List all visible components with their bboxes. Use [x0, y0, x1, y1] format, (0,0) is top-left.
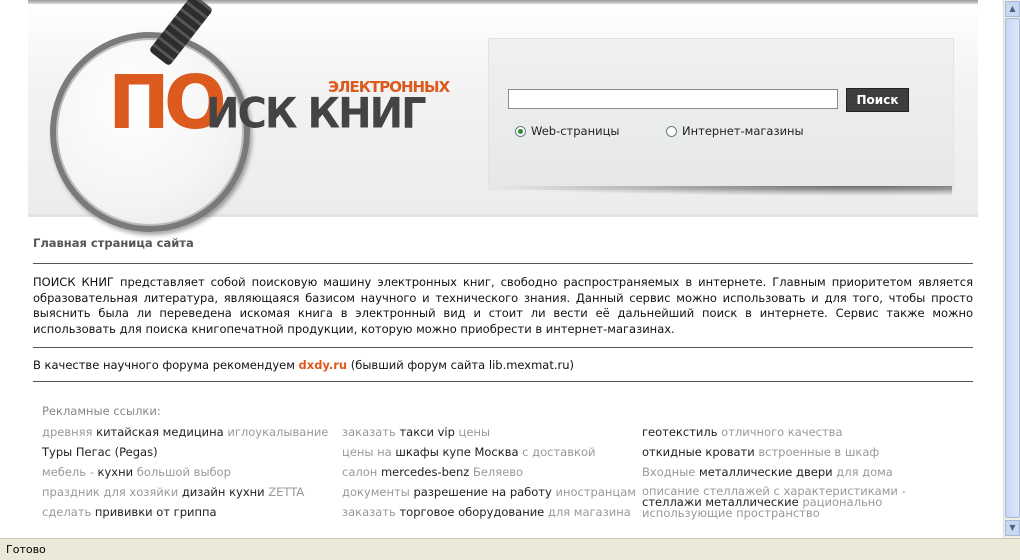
browser-viewport: ПО ИСК КНИГ ЭЛЕКТРОННЫХ Поиск Web-страни… — [0, 0, 1003, 538]
ads-title: Рекламные ссылки: — [42, 404, 161, 418]
ad-link[interactable]: Туры Пегас (Pegas) — [42, 442, 342, 462]
ads-column-3: геотекстиль отличного качества откидные … — [642, 422, 942, 522]
logo-big-letters: ПО — [108, 60, 227, 146]
logo-subtitle: ЭЛЕКТРОННЫХ — [328, 78, 450, 96]
divider — [33, 347, 973, 348]
ad-link[interactable]: салон mercedes-benz Беляево — [342, 462, 642, 482]
status-text: Готово — [6, 543, 46, 556]
search-panel-shadow — [488, 186, 952, 196]
search-button[interactable]: Поиск — [846, 88, 909, 112]
main-content: Главная страница сайта ПОИСК КНИГ предст… — [33, 236, 973, 382]
forum-link[interactable]: dxdy.ru — [299, 358, 348, 372]
search-input[interactable] — [508, 89, 838, 109]
ad-link[interactable]: откидные кровати встроенные в шкаф — [642, 442, 942, 462]
ad-link[interactable]: Входные металлические двери для дома — [642, 462, 942, 482]
vertical-scrollbar[interactable]: ▲ ▼ — [1003, 0, 1020, 538]
logo-word: ИСК КНИГ — [206, 89, 427, 139]
search-panel: Поиск Web-страницы Интернет-магазины — [488, 38, 954, 190]
ad-link[interactable]: древняя китайская медицина иглоукалывани… — [42, 422, 342, 442]
divider — [33, 263, 973, 264]
status-bar: Готово — [0, 538, 1020, 560]
radio-online-stores-circle[interactable] — [666, 125, 677, 137]
ad-link[interactable]: документы разрешение на работу иностранц… — [342, 482, 642, 502]
scroll-down-icon[interactable]: ▼ — [1005, 520, 1020, 536]
page-heading: Главная страница сайта — [33, 236, 194, 250]
ad-link[interactable]: описание стеллажей с характеристиками - … — [642, 482, 942, 519]
forum-suffix: (бывший форум сайта lib.mexmat.ru) — [347, 358, 575, 372]
forum-recommendation: В качестве научного форума рекомендуем d… — [33, 358, 973, 372]
ad-link[interactable]: геотекстиль отличного качества — [642, 422, 942, 442]
ad-link[interactable]: цены на шкафы купе Москва с доставкой — [342, 442, 642, 462]
scrollbar-thumb[interactable] — [1005, 18, 1020, 518]
scroll-up-icon[interactable]: ▲ — [1005, 1, 1020, 17]
forum-prefix: В качестве научного форума рекомендуем — [33, 358, 299, 372]
site-header: ПО ИСК КНИГ ЭЛЕКТРОННЫХ Поиск Web-страни… — [28, 0, 978, 232]
radio-web-pages-circle[interactable] — [515, 125, 526, 137]
intro-text: ПОИСК КНИГ представляет собой поисковую … — [33, 275, 973, 336]
radio-web-pages-label: Web-страницы — [531, 124, 620, 138]
ad-links: Рекламные ссылки: древняя китайская меди… — [42, 404, 942, 522]
radio-web-pages[interactable]: Web-страницы — [515, 124, 620, 138]
ad-link[interactable]: праздник для хозяйки дизайн кухни ZETTA — [42, 482, 342, 502]
radio-online-stores-label: Интернет-магазины — [682, 124, 804, 138]
divider — [33, 381, 973, 382]
ad-link[interactable]: заказать такси vip цены — [342, 422, 642, 442]
ads-column-1: древняя китайская медицина иглоукалывани… — [42, 422, 342, 522]
ad-link[interactable]: сделать прививки от гриппа — [42, 502, 342, 522]
header-top-line — [28, 0, 978, 4]
ad-link[interactable]: заказать торговое оборудование для магаз… — [342, 502, 642, 522]
ad-link[interactable]: мебель - кухни большой выбор — [42, 462, 342, 482]
radio-online-stores[interactable]: Интернет-магазины — [666, 124, 804, 138]
ads-column-2: заказать такси vip цены цены на шкафы ку… — [342, 422, 642, 522]
